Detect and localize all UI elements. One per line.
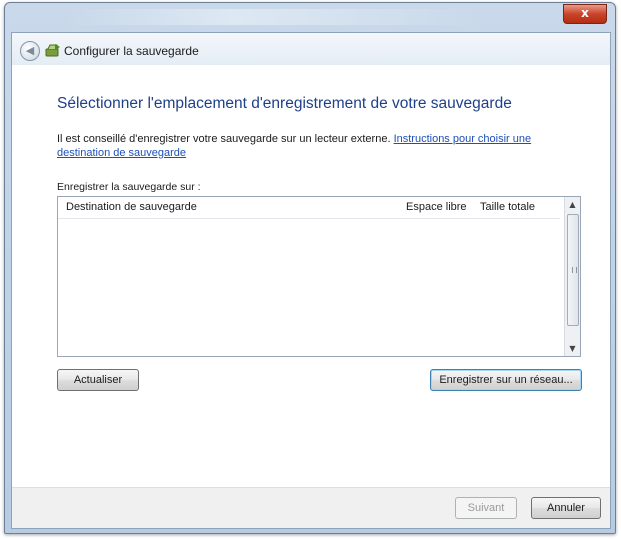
help-link-line1[interactable]: Instructions pour choisir une bbox=[394, 133, 532, 145]
close-icon: x bbox=[581, 6, 589, 20]
title-bar-glass bbox=[65, 9, 485, 25]
scroll-up-arrow-icon[interactable]: ▲ bbox=[565, 197, 580, 212]
wizard-header: ◀ Configurer la sauvegarde bbox=[12, 33, 610, 65]
back-arrow-icon: ◀ bbox=[25, 44, 35, 57]
wizard-title: Configurer la sauvegarde bbox=[64, 44, 199, 58]
vertical-scrollbar[interactable]: ▲ ▼ bbox=[564, 197, 580, 356]
save-destination-label: Enregistrer la sauvegarde sur : bbox=[57, 181, 201, 193]
destination-table[interactable]: Destination de sauvegarde Espace libre T… bbox=[57, 196, 581, 357]
close-button[interactable]: x bbox=[563, 4, 607, 24]
scroll-down-arrow-icon[interactable]: ▼ bbox=[565, 341, 580, 356]
column-header-destination[interactable]: Destination de sauvegarde bbox=[66, 197, 197, 217]
save-on-network-button[interactable]: Enregistrer sur un réseau... bbox=[430, 369, 582, 391]
refresh-button[interactable]: Actualiser bbox=[57, 369, 139, 391]
backup-wizard-icon bbox=[45, 44, 60, 57]
cancel-button[interactable]: Annuler bbox=[531, 497, 601, 519]
help-link-line2[interactable]: destination de sauvegarde bbox=[57, 147, 186, 159]
back-button[interactable]: ◀ bbox=[20, 41, 40, 61]
column-header-free-space[interactable]: Espace libre bbox=[406, 197, 467, 217]
intro-paragraph: Il est conseillé d'enregistrer votre sau… bbox=[57, 132, 557, 160]
wizard-content: ◀ Configurer la sauvegarde Sélectionner … bbox=[11, 32, 611, 529]
column-header-total-size[interactable]: Taille totale bbox=[480, 197, 536, 217]
intro-text: Il est conseillé d'enregistrer votre sau… bbox=[57, 133, 391, 145]
scroll-grip-icon bbox=[572, 267, 577, 273]
next-button[interactable]: Suivant bbox=[455, 497, 517, 519]
header-separator bbox=[58, 218, 560, 219]
page-heading: Sélectionner l'emplacement d'enregistrem… bbox=[57, 95, 512, 112]
title-bar[interactable]: x bbox=[5, 3, 615, 31]
wizard-footer: Suivant Annuler bbox=[12, 487, 610, 528]
wizard-window: x ◀ Configurer la sauvegarde Sélectionne… bbox=[4, 2, 616, 534]
scroll-thumb[interactable] bbox=[567, 214, 579, 326]
